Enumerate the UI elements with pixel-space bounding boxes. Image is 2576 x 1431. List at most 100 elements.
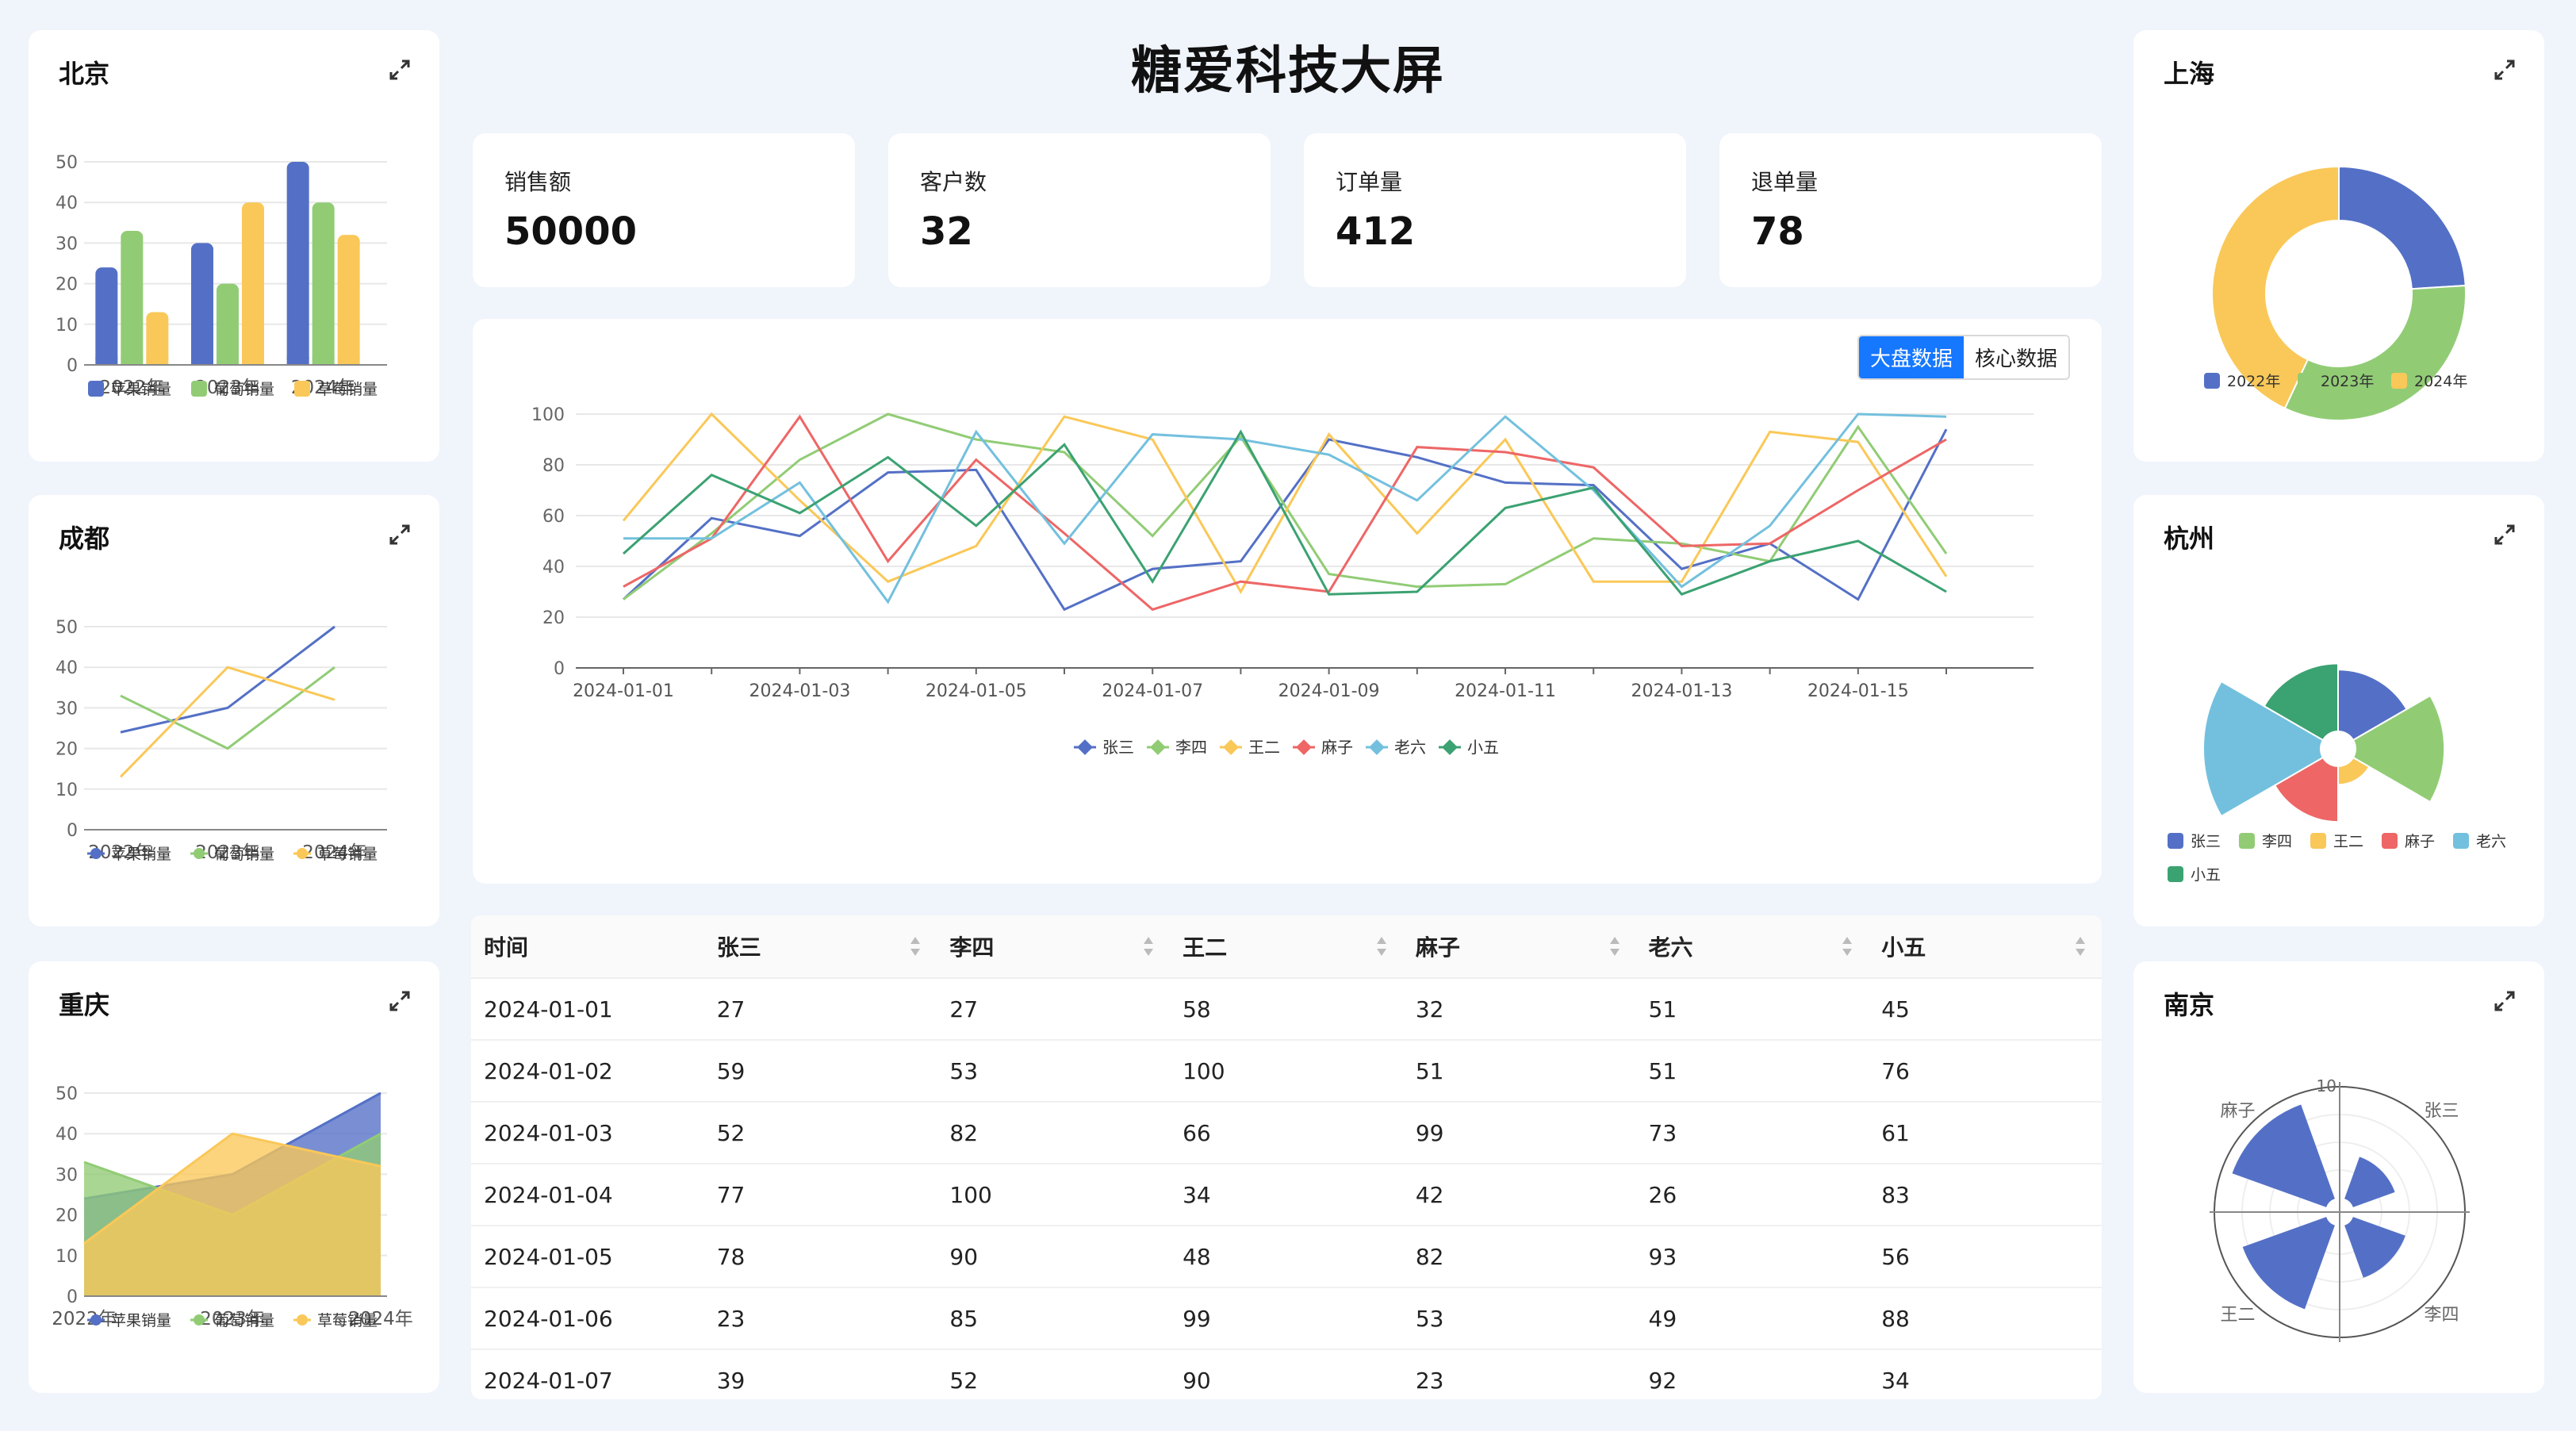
column-header: 时间 xyxy=(471,915,704,979)
legend-label: 草莓销量 xyxy=(317,1312,378,1329)
table-row[interactable]: 2024-01-06 23 85 99 53 49 88 xyxy=(471,1287,2102,1350)
table-cell: 100 xyxy=(1170,1040,1403,1103)
legend-marker xyxy=(2239,833,2255,849)
legend-marker xyxy=(1077,739,1093,755)
stat-card-refunds: 退单量 78 xyxy=(1719,133,2102,287)
hangzhou-card: 杭州 张三 李四 王二 麻子 老六 小五 xyxy=(2133,495,2544,927)
legend-marker xyxy=(2453,833,2469,849)
column-header[interactable]: 老六 xyxy=(1635,915,1869,979)
legend-marker xyxy=(297,848,308,859)
table-row[interactable]: 2024-01-01 27 27 58 32 51 45 xyxy=(471,978,2102,1041)
legend-marker xyxy=(1150,739,1166,755)
y-tick-label: 0 xyxy=(67,356,78,376)
bar xyxy=(312,202,335,365)
column-header[interactable]: 张三 xyxy=(703,915,937,979)
table-cell: 51 xyxy=(1402,1040,1636,1103)
table-row[interactable]: 2024-01-05 78 90 48 82 93 56 xyxy=(471,1226,2102,1288)
expand-icon[interactable] xyxy=(2492,522,2517,547)
table-header-row: 时间 张三 李四 王二 麻子 老六 小五 xyxy=(471,915,2102,979)
expand-icon[interactable] xyxy=(387,522,412,547)
table-cell: 2024-01-05 xyxy=(471,1226,704,1288)
card-title: 重庆 xyxy=(59,990,110,1020)
bar xyxy=(95,267,118,365)
pie-slice xyxy=(2283,284,2467,421)
table-cell: 85 xyxy=(937,1287,1171,1350)
y-tick-label: 10 xyxy=(56,316,78,336)
table-row[interactable]: 2024-01-03 52 82 66 99 73 61 xyxy=(471,1102,2102,1164)
legend-marker xyxy=(1296,739,1312,755)
table-row[interactable]: 2024-01-02 59 53 100 51 51 76 xyxy=(471,1040,2102,1103)
y-tick-label: 20 xyxy=(542,608,565,628)
table-cell: 26 xyxy=(1635,1164,1869,1226)
column-header[interactable]: 麻子 xyxy=(1402,915,1636,979)
sort-icon[interactable] xyxy=(1842,934,1853,958)
table-cell: 27 xyxy=(703,978,937,1041)
legend-marker xyxy=(2168,866,2183,882)
x-tick-label: 2024-01-01 xyxy=(573,681,674,701)
legend-marker xyxy=(1442,739,1458,755)
bar xyxy=(242,202,264,365)
table-row[interactable]: 2024-01-04 77 100 34 42 26 83 xyxy=(471,1164,2102,1226)
sort-icon[interactable] xyxy=(1376,934,1387,958)
tab-core-data[interactable]: 核心数据 xyxy=(1963,336,2068,378)
sort-icon[interactable] xyxy=(1609,934,1620,958)
table-row[interactable]: 2024-01-07 39 52 90 23 92 34 xyxy=(471,1349,2102,1399)
legend-marker xyxy=(2391,373,2407,389)
table-cell: 90 xyxy=(1170,1349,1403,1399)
legend-label: 葡萄销量 xyxy=(214,381,274,398)
main-line-chart: 0 20 40 60 80 100 2024-01-01 2024-01-03 2024-01-… xyxy=(531,405,2034,757)
y-tick-label: 30 xyxy=(56,234,78,254)
table-cell: 61 xyxy=(1869,1102,2102,1164)
table-cell: 77 xyxy=(703,1164,937,1226)
legend-label: 王二 xyxy=(1248,738,1280,757)
y-tick-label: 20 xyxy=(56,1207,78,1226)
legend-label: 小五 xyxy=(1467,738,1499,757)
legend-label: 葡萄销量 xyxy=(214,1312,274,1329)
data-table-card: 时间 张三 李四 王二 麻子 老六 小五 2024-01-01 27 27 58 32 51 45 202… xyxy=(471,915,2102,1399)
legend-label: 苹果销量 xyxy=(111,846,171,863)
expand-icon[interactable] xyxy=(2492,988,2517,1014)
category-label: 王二 xyxy=(2221,1305,2256,1325)
polar-bar xyxy=(2344,1217,2405,1278)
bar-base xyxy=(146,357,169,365)
table-cell: 76 xyxy=(1869,1040,2102,1103)
table-cell: 73 xyxy=(1635,1102,1869,1164)
table-cell: 23 xyxy=(1402,1349,1636,1399)
legend-label: 2024年 xyxy=(2414,373,2467,390)
expand-icon[interactable] xyxy=(2492,57,2517,82)
card-title: 南京 xyxy=(2164,990,2215,1020)
legend-label: 老六 xyxy=(2476,833,2506,850)
x-tick-label: 2024-01-05 xyxy=(926,681,1027,701)
table-cell: 58 xyxy=(1170,978,1403,1041)
column-header[interactable]: 王二 xyxy=(1170,915,1403,979)
legend-label: 李四 xyxy=(2262,833,2292,850)
table-cell: 39 xyxy=(703,1349,937,1399)
tab-market-data[interactable]: 大盘数据 xyxy=(1858,336,1964,378)
y-tick-label: 100 xyxy=(531,405,565,425)
legend-label: 草莓销量 xyxy=(317,846,378,863)
sort-icon[interactable] xyxy=(2075,934,2086,958)
legend-marker xyxy=(194,1314,205,1325)
stat-card-customers: 客户数 32 xyxy=(888,133,1271,287)
legend-marker xyxy=(194,848,205,859)
column-header[interactable]: 小五 xyxy=(1869,915,2102,979)
sort-icon[interactable] xyxy=(910,934,921,958)
stat-label: 销售额 xyxy=(504,169,572,195)
table-cell: 83 xyxy=(1869,1164,2102,1226)
legend-label: 2022年 xyxy=(2227,373,2280,390)
table-cell: 92 xyxy=(1635,1349,1869,1399)
stat-card-sales: 销售额 50000 xyxy=(473,133,855,287)
column-header[interactable]: 李四 xyxy=(937,915,1171,979)
legend-label: 张三 xyxy=(2191,833,2221,850)
table-cell: 32 xyxy=(1402,978,1636,1041)
expand-icon[interactable] xyxy=(387,988,412,1014)
legend-marker xyxy=(2382,833,2398,849)
series-line xyxy=(119,666,335,778)
sort-icon[interactable] xyxy=(1143,934,1154,958)
legend-label: 苹果销量 xyxy=(111,1312,171,1329)
x-tick-label: 2024-01-07 xyxy=(1102,681,1203,701)
legend-label: 葡萄销量 xyxy=(214,846,274,863)
legend-marker xyxy=(2310,833,2326,849)
y-tick-label: 0 xyxy=(67,821,78,841)
legend-label: 苹果销量 xyxy=(111,381,171,398)
